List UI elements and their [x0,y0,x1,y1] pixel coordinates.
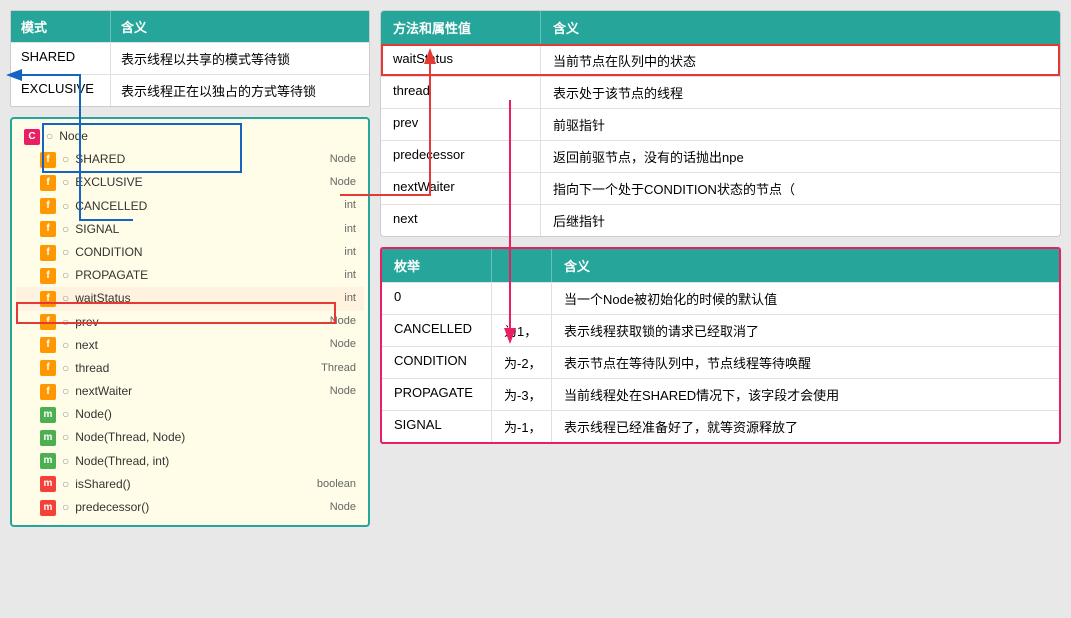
icon-field-nextwaiter: f [40,384,56,400]
method-row-prev: prev 前驱指针 [381,108,1060,140]
meaning-col-header: 含义 [111,11,369,42]
icon-method-nodethreadint: m [40,453,56,469]
icon-field-exclusive: f [40,175,56,191]
enum-cancelled-desc: 表示线程获取锁的请求已经取消了 [552,315,1059,346]
icon-method-node: m [40,407,56,423]
class-item-isshared: m ○ isShared() boolean [16,473,364,496]
icon-field-cancelled: f [40,198,56,214]
enum-propagate-desc: 当前线程处在SHARED情况下，该字段才会使用 [552,379,1059,410]
enum-table: 枚举 含义 0 当一个Node被初始化的时候的默认值 CANCELLED 为1，… [380,247,1061,444]
class-item-predecessor: m ○ predecessor() Node [16,496,364,519]
desc-exclusive: 表示线程正在以独占的方式等待锁 [111,75,369,106]
method-row-predecessor: predecessor 返回前驱节点，没有的话抛出npe [381,140,1060,172]
enum-col2-header [492,249,552,282]
mode-row-shared: SHARED 表示线程以共享的模式等待锁 [11,42,369,74]
class-item-waitstatus: f ○ waitStatus int [16,287,364,310]
class-item-condition: f ○ CONDITION int [16,241,364,264]
enum-condition-desc: 表示节点在等待队列中，节点线程等待唤醒 [552,347,1059,378]
enum-signal-desc: 表示线程已经准备好了，就等资源释放了 [552,411,1059,442]
icon-field-propagate: f [40,268,56,284]
class-item-cancelled: f ○ CANCELLED int [16,195,364,218]
enum-row-condition: CONDITION 为-2， 表示节点在等待队列中，节点线程等待唤醒 [382,346,1059,378]
enum-signal: SIGNAL [382,411,492,442]
desc-shared: 表示线程以共享的模式等待锁 [111,43,369,74]
desc-predecessor: 返回前驱节点，没有的话抛出npe [541,141,1060,172]
desc-prev: 前驱指针 [541,109,1060,140]
icon-field-waitstatus: f [40,291,56,307]
field-nextwaiter: nextWaiter [381,173,541,204]
enum-propagate: PROPAGATE [382,379,492,410]
method-col2-header: 含义 [541,11,1060,44]
class-item-nodeconstructor: m ○ Node() [16,403,364,426]
mode-exclusive: EXCLUSIVE [11,75,111,106]
enum-row-0: 0 当一个Node被初始化的时候的默认值 [382,282,1059,314]
desc-next: 后继指针 [541,205,1060,236]
enum-0: 0 [382,283,492,314]
icon-method-nodethreadnode: m [40,430,56,446]
class-item-nodethreadint: m ○ Node(Thread, int) [16,450,364,473]
icon-class: C [24,129,40,145]
mode-shared: SHARED [11,43,111,74]
field-next: next [381,205,541,236]
icon-field-next: f [40,337,56,353]
enum-0-desc: 当一个Node被初始化的时候的默认值 [552,283,1059,314]
method-row-waitstatus: waitStatus 当前节点在队列中的状态 [381,44,1060,76]
desc-nextwaiter: 指向下一个处于CONDITION状态的节点（ [541,173,1060,204]
mode-table-header: 模式 含义 [11,11,369,42]
enum-cancelled: CANCELLED [382,315,492,346]
enum-cancelled-val: 为1， [492,315,552,346]
enum-row-signal: SIGNAL 为-1， 表示线程已经准备好了，就等资源释放了 [382,410,1059,442]
mode-row-exclusive: EXCLUSIVE 表示线程正在以独占的方式等待锁 [11,74,369,106]
icon-field-prev: f [40,314,56,330]
mode-table: 模式 含义 SHARED 表示线程以共享的模式等待锁 EXCLUSIVE 表示线… [10,10,370,107]
method-col1-header: 方法和属性值 [381,11,541,44]
enum-condition-val: 为-2， [492,347,552,378]
method-row-next: next 后继指针 [381,204,1060,236]
field-prev: prev [381,109,541,140]
right-panel: 方法和属性值 含义 waitStatus 当前节点在队列中的状态 thread … [380,10,1061,608]
enum-row-cancelled: CANCELLED 为1， 表示线程获取锁的请求已经取消了 [382,314,1059,346]
mode-col-header: 模式 [11,11,111,42]
field-predecessor: predecessor [381,141,541,172]
class-item-prev: f ○ prev Node [16,311,364,334]
enum-col1-header: 枚举 [382,249,492,282]
desc-thread: 表示处于该节点的线程 [541,77,1060,108]
enum-row-propagate: PROPAGATE 为-3， 当前线程处在SHARED情况下，该字段才会使用 [382,378,1059,410]
icon-field-signal: f [40,221,56,237]
enum-propagate-val: 为-3， [492,379,552,410]
field-thread: thread [381,77,541,108]
field-waitstatus: waitStatus [381,45,541,76]
enum-table-header: 枚举 含义 [382,249,1059,282]
method-row-thread: thread 表示处于该节点的线程 [381,76,1060,108]
class-item-next: f ○ next Node [16,334,364,357]
enum-col3-header: 含义 [552,249,1059,282]
class-item-exclusive: f ○ EXCLUSIVE Node [16,171,364,194]
icon-field-thread: f [40,360,56,376]
icon-field-condition: f [40,245,56,261]
class-item-thread: f ○ thread Thread [16,357,364,380]
icon-method-predecessor: m [40,500,56,516]
enum-signal-val: 为-1， [492,411,552,442]
class-item-propagate: f ○ PROPAGATE int [16,264,364,287]
method-row-nextwaiter: nextWaiter 指向下一个处于CONDITION状态的节点（ [381,172,1060,204]
class-item-shared: f ○ SHARED Node [16,148,364,171]
icon-field-shared: f [40,152,56,168]
class-item-signal: f ○ SIGNAL int [16,218,364,241]
enum-0-val [492,283,552,314]
class-item-nodethreadnode: m ○ Node(Thread, Node) [16,426,364,449]
desc-waitstatus: 当前节点在队列中的状态 [541,45,1060,76]
class-item-nextwaiter: f ○ nextWaiter Node [16,380,364,403]
method-table: 方法和属性值 含义 waitStatus 当前节点在队列中的状态 thread … [380,10,1061,237]
enum-condition: CONDITION [382,347,492,378]
left-panel: 模式 含义 SHARED 表示线程以共享的模式等待锁 EXCLUSIVE 表示线… [10,10,370,608]
icon-method-isshared: m [40,476,56,492]
class-node-root: C ○ Node [16,125,364,148]
class-panel: C ○ Node f ○ SHARED Node f ○ EXCLUSIVE N… [10,117,370,527]
method-table-header: 方法和属性值 含义 [381,11,1060,44]
